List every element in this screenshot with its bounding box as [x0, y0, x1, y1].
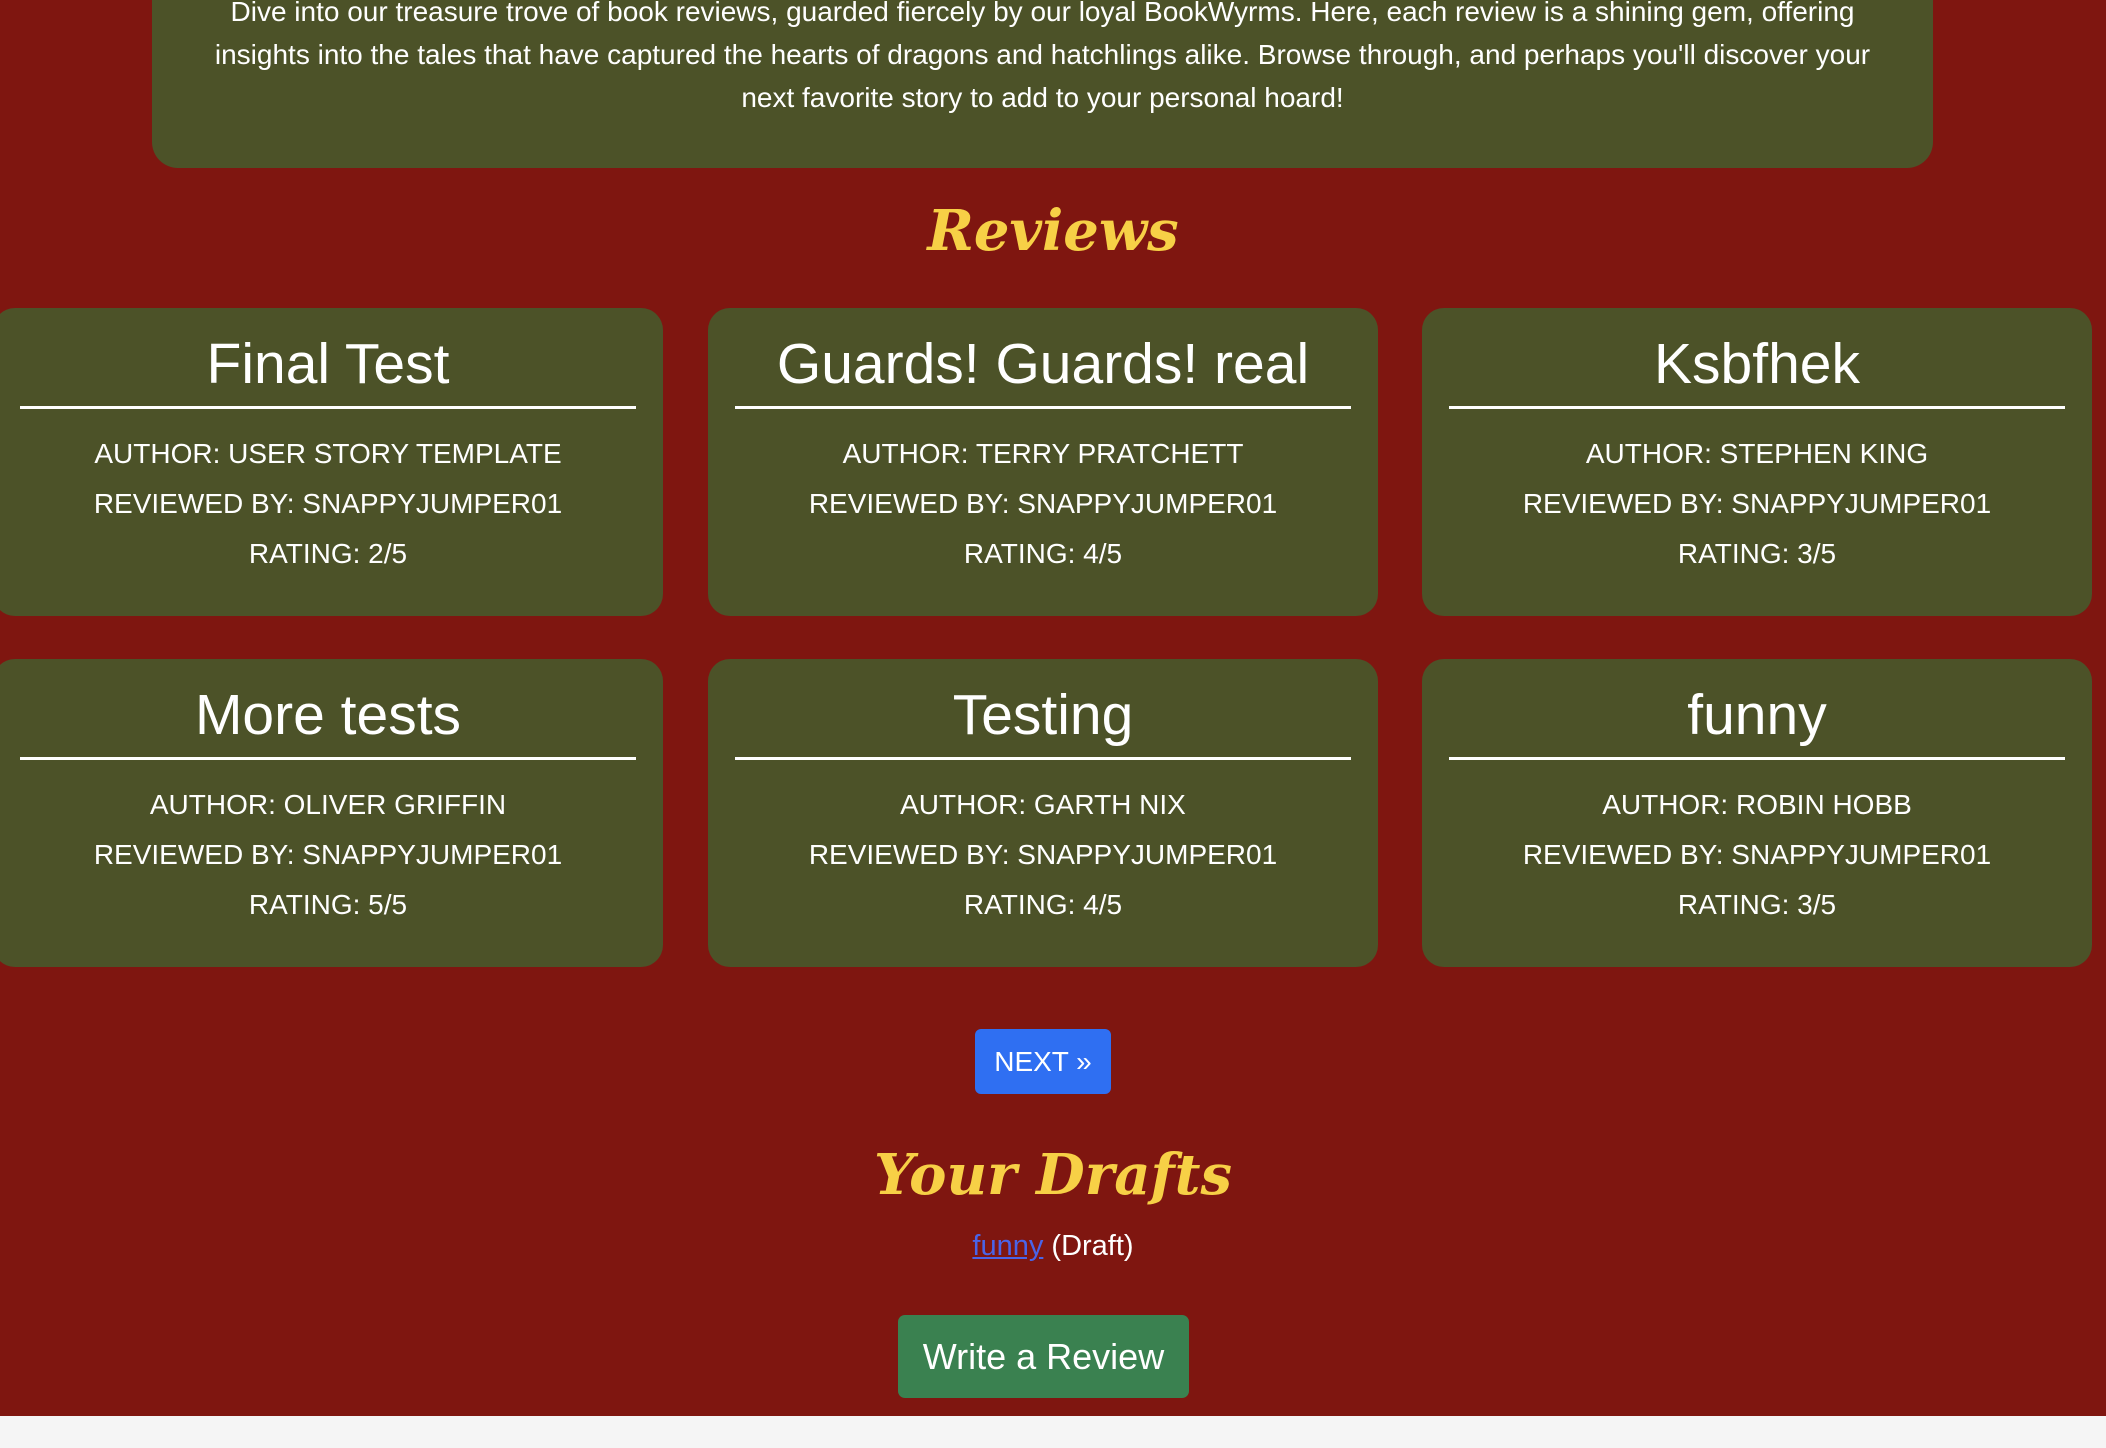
review-card[interactable]: Guards! Guards! real AUTHOR: TERRY PRATC… [708, 308, 1378, 616]
review-reviewer: REVIEWED BY: SNAPPYJUMPER01 [93, 488, 563, 519]
draft-item: funny (Draft) [0, 1224, 2106, 1268]
review-card[interactable]: More tests AUTHOR: OLIVER GRIFFIN REVIEW… [0, 659, 663, 967]
review-rating: RATING: 3/5 [1677, 538, 1837, 569]
review-details: AUTHOR: TERRY PRATCHETT REVIEWED BY: SNA… [708, 429, 1378, 579]
drafts-heading: Your Drafts [873, 1142, 1232, 1208]
review-author: AUTHOR: USER STORY TEMPLATE [94, 438, 562, 469]
reviews-heading: Reviews [927, 198, 1179, 264]
review-author: AUTHOR: GARTH NIX [900, 789, 1186, 820]
review-author: AUTHOR: ROBIN HOBB [1602, 789, 1912, 820]
review-card[interactable]: Testing AUTHOR: GARTH NIX REVIEWED BY: S… [708, 659, 1378, 967]
review-card[interactable]: Ksbfhek AUTHOR: STEPHEN KING REVIEWED BY… [1422, 308, 2092, 616]
review-details: AUTHOR: OLIVER GRIFFIN REVIEWED BY: SNAP… [0, 780, 663, 930]
review-rating: RATING: 2/5 [248, 538, 408, 569]
review-details: AUTHOR: ROBIN HOBB REVIEWED BY: SNAPPYJU… [1422, 780, 2092, 930]
review-author: AUTHOR: OLIVER GRIFFIN [149, 789, 507, 820]
next-page-button[interactable]: NEXT » [975, 1029, 1111, 1094]
review-title: Guards! Guards! real [735, 332, 1351, 409]
review-grid: Final Test AUTHOR: USER STORY TEMPLATE R… [0, 308, 2093, 968]
review-reviewer: REVIEWED BY: SNAPPYJUMPER01 [1522, 839, 1992, 870]
review-rating: RATING: 4/5 [963, 538, 1123, 569]
reviews-page: Dive into our treasure trove of book rev… [0, 0, 2106, 1416]
write-review-button[interactable]: Write a Review [898, 1315, 1189, 1398]
review-reviewer: REVIEWED BY: SNAPPYJUMPER01 [93, 839, 563, 870]
review-author: AUTHOR: STEPHEN KING [1585, 438, 1929, 469]
intro-text: Dive into our treasure trove of book rev… [214, 0, 1871, 113]
review-title: More tests [20, 683, 636, 760]
review-author: AUTHOR: TERRY PRATCHETT [842, 438, 1244, 469]
review-details: AUTHOR: STEPHEN KING REVIEWED BY: SNAPPY… [1422, 429, 2092, 579]
review-details: AUTHOR: GARTH NIX REVIEWED BY: SNAPPYJUM… [708, 780, 1378, 930]
review-title: Ksbfhek [1449, 332, 2065, 409]
review-rating: RATING: 3/5 [1677, 889, 1837, 920]
review-card[interactable]: funny AUTHOR: ROBIN HOBB REVIEWED BY: SN… [1422, 659, 2092, 967]
intro-panel: Dive into our treasure trove of book rev… [152, 0, 1933, 168]
review-title: funny [1449, 683, 2065, 760]
review-reviewer: REVIEWED BY: SNAPPYJUMPER01 [808, 839, 1278, 870]
review-reviewer: REVIEWED BY: SNAPPYJUMPER01 [808, 488, 1278, 519]
review-title: Final Test [20, 332, 636, 409]
review-title: Testing [735, 683, 1351, 760]
review-card[interactable]: Final Test AUTHOR: USER STORY TEMPLATE R… [0, 308, 663, 616]
draft-status: (Draft) [1051, 1230, 1134, 1262]
review-rating: RATING: 4/5 [963, 889, 1123, 920]
review-rating: RATING: 5/5 [248, 889, 408, 920]
review-details: AUTHOR: USER STORY TEMPLATE REVIEWED BY:… [0, 429, 663, 579]
review-reviewer: REVIEWED BY: SNAPPYJUMPER01 [1522, 488, 1992, 519]
draft-link[interactable]: funny [972, 1230, 1043, 1262]
